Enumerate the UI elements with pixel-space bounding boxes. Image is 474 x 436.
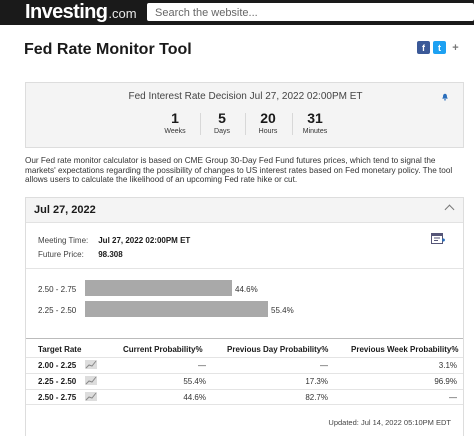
- meeting-time-label: Meeting Time:: [38, 236, 89, 245]
- chart-icon[interactable]: [85, 360, 97, 369]
- meeting-date: Jul 27, 2022: [34, 204, 96, 216]
- meeting-panel: Jul 27, 2022 Meeting Time: Jul 27, 2022 …: [25, 197, 464, 436]
- current-probability: —: [198, 361, 206, 370]
- days-value: 5: [218, 110, 226, 126]
- table-row: 2.25 - 2.50 55.4% 17.3% 96.9%: [26, 373, 463, 387]
- future-price-row: Future Price: 98.308: [38, 250, 123, 259]
- bar-label-2.25-2.50: 2.25 - 2.50: [38, 306, 77, 315]
- page-title: Fed Rate Monitor Tool: [24, 41, 192, 58]
- previous-week-probability: 96.9%: [434, 377, 457, 386]
- hours-value: 20: [260, 110, 276, 126]
- previous-week-probability: —: [449, 393, 457, 402]
- divider: [26, 404, 463, 405]
- future-price-value: 98.308: [98, 250, 123, 259]
- chart-icon[interactable]: [85, 392, 97, 401]
- countdown-hours: 20 Hours: [243, 110, 293, 135]
- probability-bar-2.25-2.50: [85, 301, 268, 317]
- bar-value-2.25-2.50: 55.4%: [271, 306, 294, 315]
- target-rate: 2.00 - 2.25: [38, 361, 77, 370]
- header-previous-day-probability: Previous Day Probability%: [227, 345, 329, 354]
- hours-label: Hours: [258, 128, 278, 135]
- decision-countdown: Fed Interest Rate Decision Jul 27, 2022 …: [25, 82, 464, 148]
- previous-day-probability: 82.7%: [305, 393, 328, 402]
- countdown-title: Fed Interest Rate Decision Jul 27, 2022 …: [128, 91, 363, 102]
- current-probability: 44.6%: [183, 393, 206, 402]
- probability-bar-2.50-2.75: [85, 280, 232, 296]
- logo-suffix: .com: [108, 6, 137, 21]
- header-previous-week-probability: Previous Week Probability%: [351, 345, 459, 354]
- bar-label-2.50-2.75: 2.50 - 2.75: [38, 285, 77, 294]
- previous-day-probability: —: [320, 361, 328, 370]
- current-probability: 55.4%: [183, 377, 206, 386]
- chevron-up-icon[interactable]: [444, 204, 455, 215]
- more-share-icon[interactable]: +: [449, 41, 462, 54]
- previous-day-probability: 17.3%: [305, 377, 328, 386]
- meeting-header[interactable]: Jul 27, 2022: [26, 198, 463, 223]
- facebook-share-icon[interactable]: f: [417, 41, 430, 54]
- updated-timestamp: Updated: Jul 14, 2022 05:10PM EDT: [328, 418, 451, 427]
- weeks-value: 1: [171, 110, 179, 126]
- twitter-share-icon[interactable]: t: [433, 41, 446, 54]
- add-to-calendar-icon[interactable]: [431, 232, 445, 244]
- countdown-weeks: 1 Weeks: [150, 110, 200, 135]
- search-input[interactable]: [147, 4, 474, 22]
- previous-week-probability: 3.1%: [438, 361, 457, 370]
- meeting-time-row: Meeting Time: Jul 27, 2022 02:00PM ET: [38, 236, 190, 245]
- search-box: [147, 3, 474, 22]
- header-target-rate: Target Rate: [38, 345, 82, 354]
- countdown-days: 5 Days: [197, 110, 247, 135]
- header-current-probability: Current Probability%: [123, 345, 203, 354]
- countdown-minutes: 31 Minutes: [290, 110, 340, 135]
- table-row: 2.50 - 2.75 44.6% 82.7% —: [26, 389, 463, 403]
- days-label: Days: [214, 128, 230, 135]
- target-rate: 2.25 - 2.50: [38, 377, 77, 386]
- chart-icon[interactable]: [85, 376, 97, 385]
- top-bar: Investing .com: [0, 0, 474, 25]
- table-row: 2.00 - 2.25 — — 3.1%: [26, 357, 463, 371]
- weeks-label: Weeks: [164, 128, 186, 135]
- meeting-time-value: Jul 27, 2022 02:00PM ET: [98, 236, 191, 245]
- divider: [26, 268, 463, 269]
- investing-logo[interactable]: Investing .com: [25, 1, 137, 23]
- minutes-label: Minutes: [302, 128, 328, 135]
- tool-description: Our Fed rate monitor calculator is based…: [25, 156, 453, 184]
- divider: [26, 338, 463, 339]
- minutes-value: 31: [307, 110, 323, 126]
- logo-text: Investing: [25, 1, 108, 23]
- bell-icon[interactable]: [441, 93, 449, 101]
- bar-value-2.50-2.75: 44.6%: [235, 285, 258, 294]
- target-rate: 2.50 - 2.75: [38, 393, 77, 402]
- future-price-label: Future Price:: [38, 250, 84, 259]
